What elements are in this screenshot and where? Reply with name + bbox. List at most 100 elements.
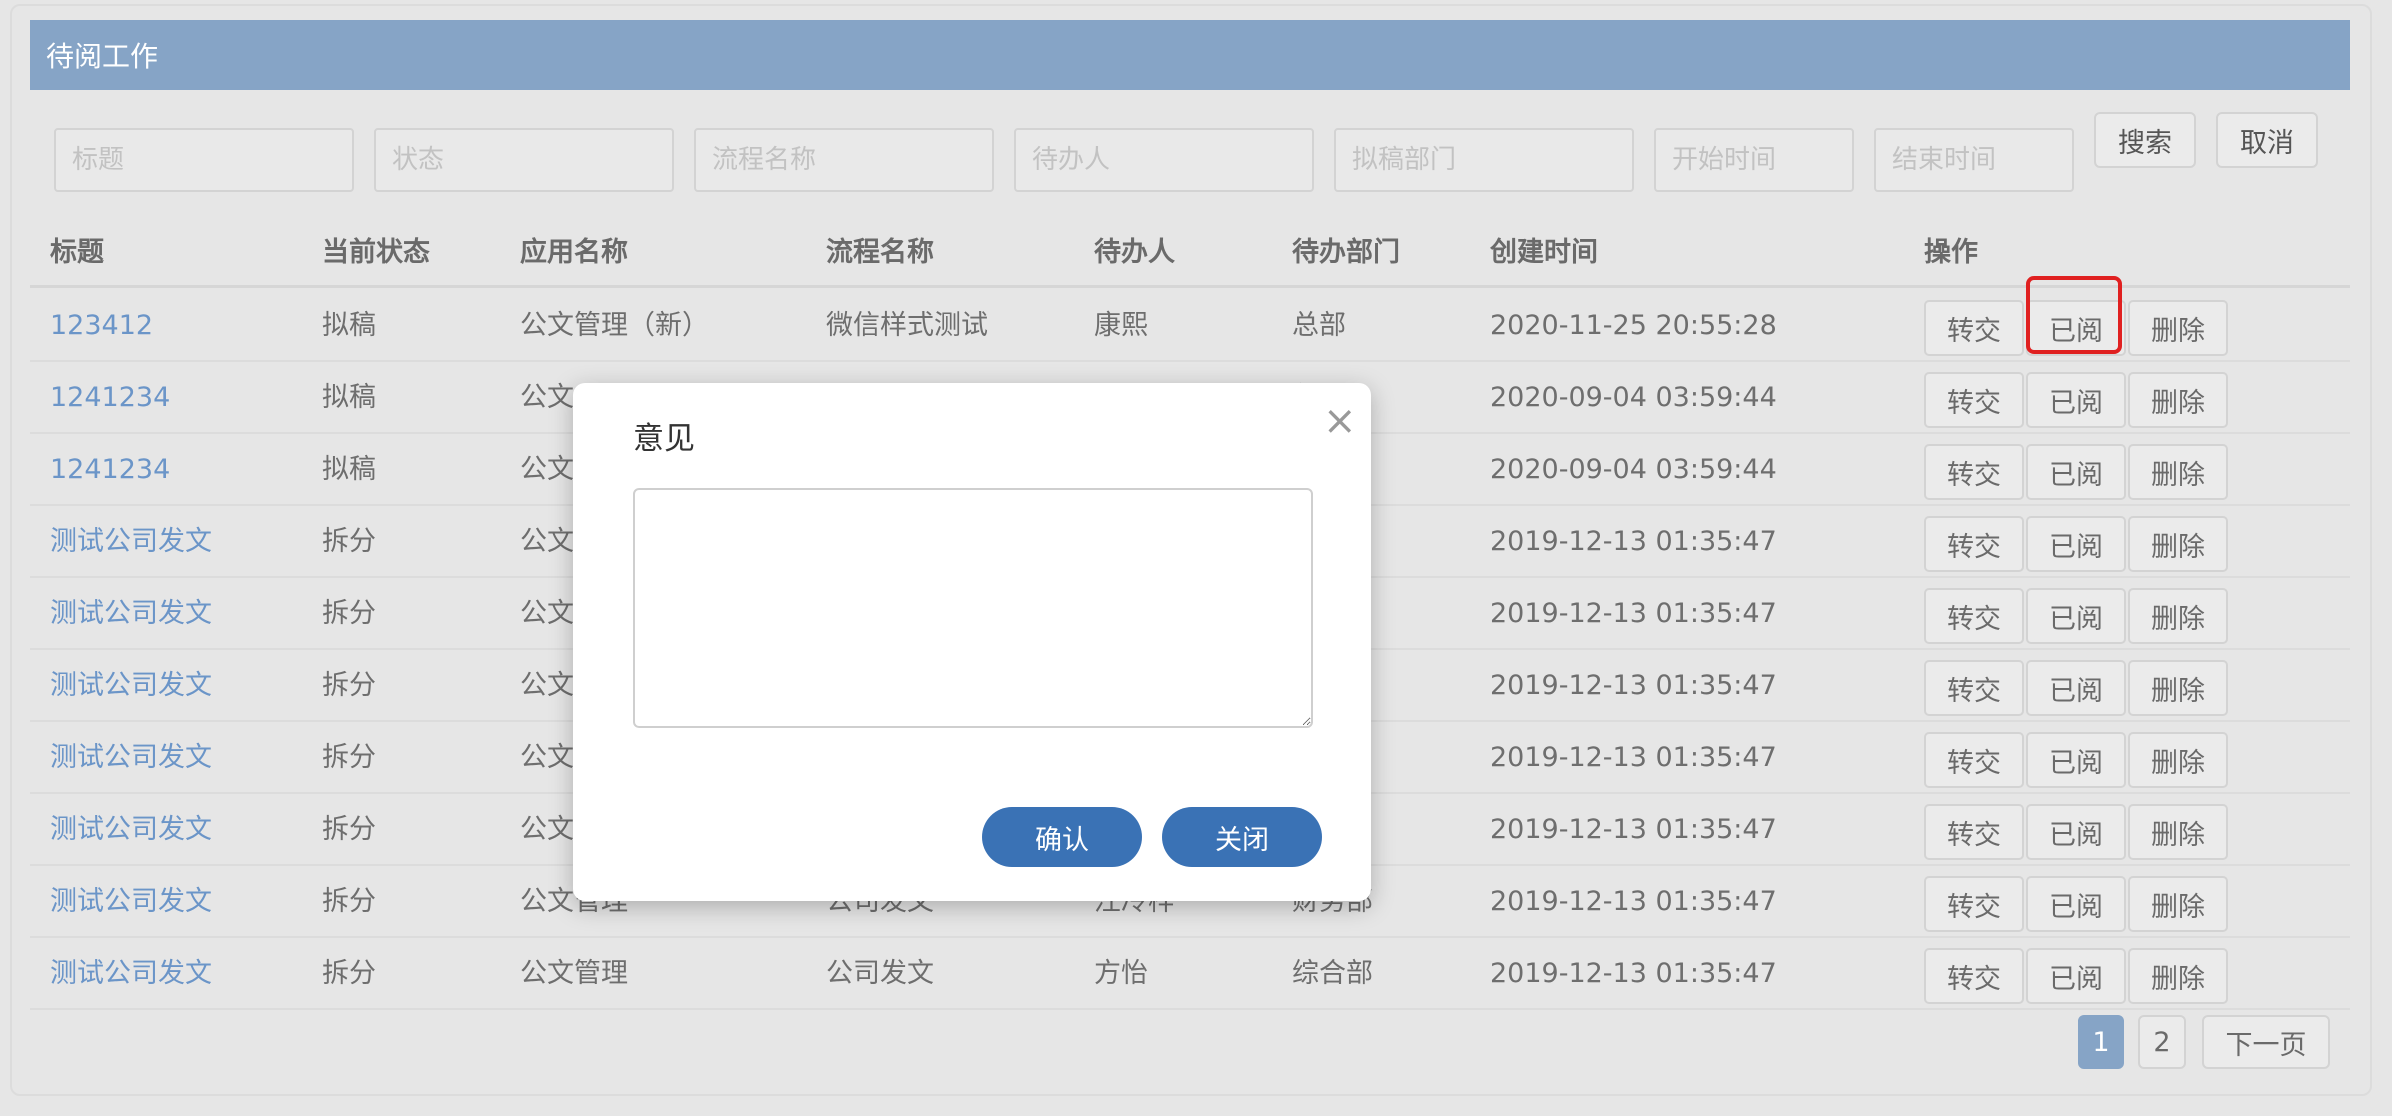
- delete-button[interactable]: 删除: [2128, 876, 2228, 932]
- column-header-flow: 流程名称: [826, 237, 934, 268]
- row-app-name: 公文: [520, 670, 574, 701]
- read-button[interactable]: 已阅: [2026, 732, 2126, 788]
- dialog-title: 意见: [633, 421, 695, 457]
- row-app-name: 公文: [520, 382, 574, 413]
- row-created-time: 2019-12-13 01:35:47: [1490, 526, 1777, 557]
- page-2-button[interactable]: 2: [2138, 1015, 2186, 1069]
- transfer-button[interactable]: 转交: [1924, 948, 2024, 1004]
- flow-filter-input[interactable]: [694, 128, 994, 192]
- read-button[interactable]: 已阅: [2026, 300, 2126, 356]
- row-status: 拟稿: [322, 382, 376, 413]
- delete-button[interactable]: 删除: [2128, 300, 2228, 356]
- transfer-button[interactable]: 转交: [1924, 444, 2024, 500]
- row-created-time: 2019-12-13 01:35:47: [1490, 670, 1777, 701]
- column-header-app: 应用名称: [520, 237, 628, 268]
- delete-button[interactable]: 删除: [2128, 804, 2228, 860]
- row-title-link[interactable]: 测试公司发文: [50, 722, 212, 794]
- row-title-link[interactable]: 测试公司发文: [50, 938, 212, 1010]
- transfer-button[interactable]: 转交: [1924, 372, 2024, 428]
- opinion-textarea[interactable]: [633, 488, 1313, 728]
- transfer-button[interactable]: 转交: [1924, 732, 2024, 788]
- column-header-created: 创建时间: [1490, 237, 1598, 268]
- row-status: 拟稿: [322, 454, 376, 485]
- confirm-button[interactable]: 确认: [982, 807, 1142, 867]
- read-button[interactable]: 已阅: [2026, 444, 2126, 500]
- transfer-button[interactable]: 转交: [1924, 300, 2024, 356]
- row-app-name: 公文管理: [520, 958, 628, 989]
- column-header-dept: 待办部门: [1292, 237, 1400, 268]
- column-header-status: 当前状态: [322, 237, 430, 268]
- row-title-link[interactable]: 测试公司发文: [50, 866, 212, 938]
- row-title-link[interactable]: 测试公司发文: [50, 794, 212, 866]
- assignee-filter-input[interactable]: [1014, 128, 1314, 192]
- transfer-button[interactable]: 转交: [1924, 516, 2024, 572]
- table-row: 测试公司发文 拆分 公文管理 公司发文 方怡 综合部 2019-12-13 01:35:47…: [30, 938, 2350, 1010]
- close-icon[interactable]: ×: [1323, 401, 1357, 441]
- row-status: 拆分: [322, 598, 376, 629]
- row-app-name: 公文: [520, 742, 574, 773]
- page-1-button[interactable]: 1: [2078, 1015, 2124, 1069]
- read-button[interactable]: 已阅: [2026, 660, 2126, 716]
- row-status: 拟稿: [322, 310, 376, 341]
- table-row: 123412 拟稿 公文管理（新） 微信样式测试 康熙 总部 2020-11-25 20:5…: [30, 290, 2350, 362]
- row-title-link[interactable]: 1241234: [50, 434, 170, 506]
- row-app-name: 公文: [520, 814, 574, 845]
- row-created-time: 2019-12-13 01:35:47: [1490, 742, 1777, 773]
- panel-header: 待阅工作: [30, 20, 2350, 90]
- delete-button[interactable]: 删除: [2128, 444, 2228, 500]
- transfer-button[interactable]: 转交: [1924, 876, 2024, 932]
- row-created-time: 2020-09-04 03:59:44: [1490, 382, 1777, 413]
- transfer-button[interactable]: 转交: [1924, 660, 2024, 716]
- delete-button[interactable]: 删除: [2128, 588, 2228, 644]
- row-flow-name: 微信样式测试: [826, 310, 988, 341]
- header-divider: [30, 285, 2350, 288]
- read-button[interactable]: 已阅: [2026, 372, 2126, 428]
- row-assignee: 康熙: [1094, 310, 1148, 341]
- status-filter-input[interactable]: [374, 128, 674, 192]
- start-time-input[interactable]: [1654, 128, 1854, 192]
- row-created-time: 2019-12-13 01:35:47: [1490, 814, 1777, 845]
- read-button[interactable]: 已阅: [2026, 948, 2126, 1004]
- row-created-time: 2020-09-04 03:59:44: [1490, 454, 1777, 485]
- cancel-button[interactable]: 取消: [2216, 112, 2318, 168]
- row-assignee: 方怡: [1094, 958, 1148, 989]
- row-created-time: 2019-12-13 01:35:47: [1490, 598, 1777, 629]
- column-header-assignee: 待办人: [1094, 237, 1175, 268]
- row-status: 拆分: [322, 958, 376, 989]
- row-dept: 综合部: [1292, 958, 1373, 989]
- end-time-input[interactable]: [1874, 128, 2074, 192]
- dept-filter-input[interactable]: [1334, 128, 1634, 192]
- row-status: 拆分: [322, 742, 376, 773]
- delete-button[interactable]: 删除: [2128, 372, 2228, 428]
- read-button[interactable]: 已阅: [2026, 516, 2126, 572]
- dialog-close-button[interactable]: 关闭: [1162, 807, 1322, 867]
- transfer-button[interactable]: 转交: [1924, 588, 2024, 644]
- row-created-time: 2019-12-13 01:35:47: [1490, 958, 1777, 989]
- read-button[interactable]: 已阅: [2026, 804, 2126, 860]
- transfer-button[interactable]: 转交: [1924, 804, 2024, 860]
- row-title-link[interactable]: 测试公司发文: [50, 578, 212, 650]
- row-app-name: 公文: [520, 454, 574, 485]
- delete-button[interactable]: 删除: [2128, 660, 2228, 716]
- row-title-link[interactable]: 测试公司发文: [50, 506, 212, 578]
- title-filter-input[interactable]: [54, 128, 354, 192]
- row-app-name: 公文: [520, 526, 574, 557]
- row-flow-name: 公司发文: [826, 958, 934, 989]
- delete-button[interactable]: 删除: [2128, 948, 2228, 1004]
- row-status: 拆分: [322, 670, 376, 701]
- row-created-time: 2020-11-25 20:55:28: [1490, 310, 1777, 341]
- search-button[interactable]: 搜索: [2094, 112, 2196, 168]
- row-status: 拆分: [322, 886, 376, 917]
- read-button[interactable]: 已阅: [2026, 876, 2126, 932]
- row-title-link[interactable]: 测试公司发文: [50, 650, 212, 722]
- next-page-button[interactable]: 下一页: [2202, 1015, 2330, 1069]
- delete-button[interactable]: 删除: [2128, 732, 2228, 788]
- row-title-link[interactable]: 1241234: [50, 362, 170, 434]
- row-title-link[interactable]: 123412: [50, 290, 153, 362]
- column-header-title: 标题: [50, 237, 104, 268]
- delete-button[interactable]: 删除: [2128, 516, 2228, 572]
- row-status: 拆分: [322, 814, 376, 845]
- row-created-time: 2019-12-13 01:35:47: [1490, 886, 1777, 917]
- column-header-actions: 操作: [1924, 237, 1978, 268]
- read-button[interactable]: 已阅: [2026, 588, 2126, 644]
